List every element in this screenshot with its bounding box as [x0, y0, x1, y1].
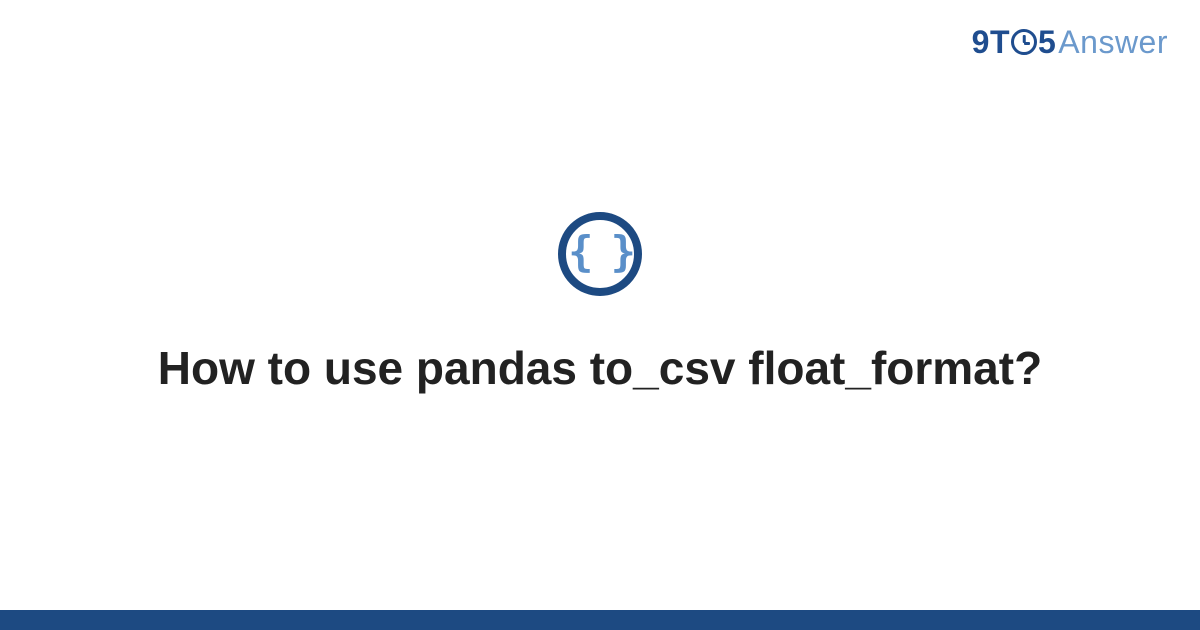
question-title: How to use pandas to_csv float_format? [158, 340, 1042, 398]
footer-accent-bar [0, 610, 1200, 630]
main-content: { } How to use pandas to_csv float_forma… [0, 0, 1200, 610]
category-badge: { } [558, 212, 642, 296]
braces-icon: { } [568, 231, 632, 273]
